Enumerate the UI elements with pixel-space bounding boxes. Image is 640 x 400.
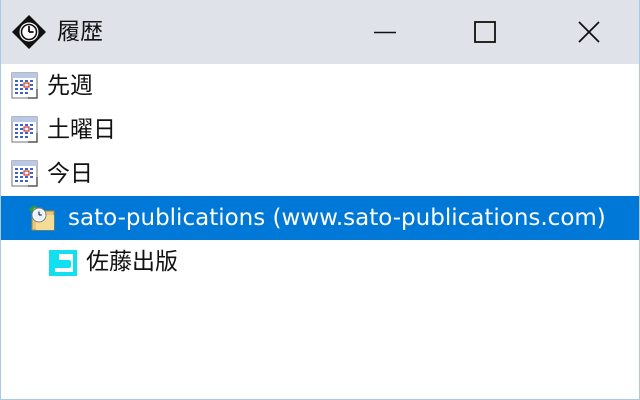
title-bar[interactable]: 履歴 xyxy=(1,0,639,64)
history-window: 履歴 先週 土曜日 今日 sato-publications (www.sato… xyxy=(0,0,640,400)
calendar-icon xyxy=(9,158,41,190)
history-clock-icon xyxy=(11,14,47,50)
calendar-icon xyxy=(9,70,41,102)
close-button[interactable] xyxy=(539,0,639,64)
tree-item-saturday[interactable]: 土曜日 xyxy=(1,108,639,152)
close-icon xyxy=(578,21,600,43)
tree-item-page[interactable]: 佐藤出版 xyxy=(1,240,639,284)
maximize-button[interactable] xyxy=(435,0,535,64)
web-folder-icon xyxy=(27,202,59,234)
window-title: 履歴 xyxy=(57,19,103,45)
calendar-icon xyxy=(9,114,41,146)
tree-item-label: 土曜日 xyxy=(47,117,116,143)
tree-item-last-week[interactable]: 先週 xyxy=(1,64,639,108)
minimize-button[interactable] xyxy=(335,0,435,64)
tree-item-label: 今日 xyxy=(47,161,93,187)
minimize-icon xyxy=(374,31,396,34)
tree-item-label: 先週 xyxy=(47,73,93,99)
page-icon xyxy=(47,246,79,278)
tree-item-label: sato-publications (www.sato-publications… xyxy=(68,205,606,231)
tree-item-label: 佐藤出版 xyxy=(86,249,178,275)
tree-item-site[interactable]: sato-publications (www.sato-publications… xyxy=(1,196,639,240)
tree-item-today[interactable]: 今日 xyxy=(1,152,639,196)
history-tree: 先週 土曜日 今日 sato-publications (www.sato-pu… xyxy=(1,64,639,284)
maximize-icon xyxy=(474,21,496,43)
